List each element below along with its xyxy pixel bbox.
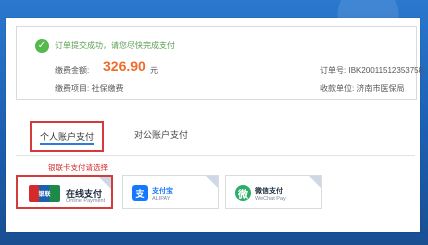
order-number-line: 订单号: IBK20011512353758: [320, 65, 423, 76]
alipay-title: 支付宝: [152, 188, 173, 195]
payee-label: 收款单位:: [320, 84, 355, 93]
project-value: 社保缴费: [91, 84, 124, 93]
unionpay-logo-icon: 银联: [29, 185, 60, 202]
payee-line: 收款单位: 济南市医保局: [320, 83, 404, 94]
tab-personal-account[interactable]: 个人账户支付: [30, 121, 105, 152]
fee-label: 缴费金额:: [55, 66, 90, 75]
tab-personal-account-label: 个人账户支付: [40, 132, 95, 142]
wechat-subtitle: WeChat Pay: [255, 196, 286, 202]
fee-unit: 元: [150, 66, 158, 75]
payment-tabs: 个人账户支付 对公账户支付: [16, 109, 415, 156]
success-message: 订单提交成功，请您尽快完成支付: [55, 41, 175, 50]
alipay-subtitle: ALIPAY: [152, 196, 171, 202]
fee-amount: 326.90: [103, 58, 146, 74]
wechat-title: 微信支付: [255, 188, 283, 195]
project-line: 缴费项目: 社保缴费: [55, 83, 123, 94]
payment-option-wechat[interactable]: 微 微信支付 WeChat Pay: [225, 175, 322, 209]
order-number-label: 订单号:: [320, 66, 347, 75]
unionpay-subtitle: Online Payment: [66, 198, 106, 204]
corner-tag-decoration: [309, 176, 321, 188]
payment-option-unionpay[interactable]: 银联 在线支付 Online Payment: [16, 175, 113, 209]
project-label: 缴费项目:: [55, 84, 90, 93]
check-circle-icon: ✓: [35, 39, 49, 53]
payment-option-alipay[interactable]: 支 支付宝 ALIPAY: [122, 175, 219, 209]
tab-corporate-account[interactable]: 对公账户支付: [134, 128, 188, 141]
alipay-icon: 支: [132, 185, 148, 201]
payee-value: 济南市医保局: [356, 84, 405, 93]
order-number-value: IBK20011512353758: [348, 66, 424, 75]
order-summary-box: ✓ 订单提交成功，请您尽快完成支付 缴费金额: 326.90 元 缴费项目: 社…: [16, 26, 423, 100]
unionpay-hint: 银联卡支付请选择: [48, 163, 108, 172]
corner-tag-decoration: [206, 176, 218, 188]
wechat-icon: 微: [235, 185, 251, 201]
payment-panel: ✓ 订单提交成功，请您尽快完成支付 缴费金额: 326.90 元 缴费项目: 社…: [6, 18, 423, 232]
